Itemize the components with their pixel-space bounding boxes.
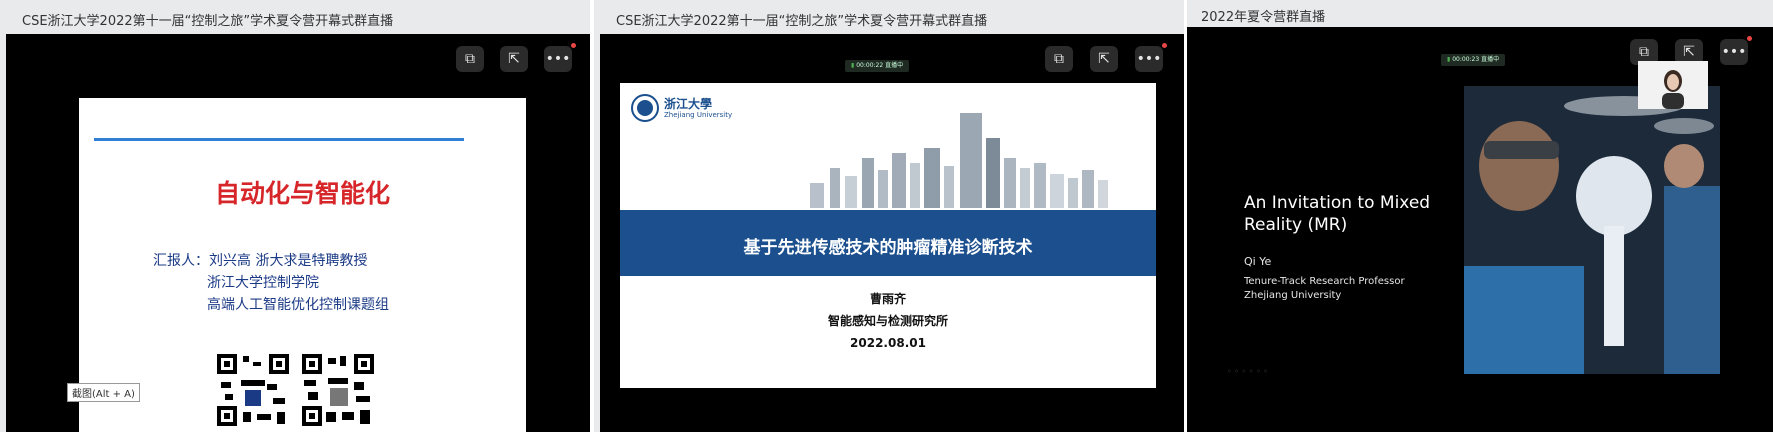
presentation-date: 2022.08.01 bbox=[850, 336, 926, 350]
slide-title-band: 基于先进传感技术的肿瘤精准诊断技术 bbox=[620, 210, 1156, 276]
more-button[interactable]: ••• bbox=[1135, 46, 1163, 72]
live-status-text: 00:00:23 直播中 bbox=[1452, 56, 1500, 63]
live-status-indicator: ▮ 00:00:23 直播中 bbox=[1441, 54, 1506, 66]
live-status-text: 00:00:22 直播中 bbox=[856, 62, 904, 69]
popout-button[interactable]: ⇱ bbox=[1090, 46, 1118, 72]
more-button[interactable]: ••• bbox=[1720, 39, 1748, 65]
slide-toolbar[interactable]: ◦ ◦ ◦ ◦ ◦ ◦ bbox=[1227, 367, 1268, 376]
signal-icon: ▮ bbox=[1447, 56, 1451, 63]
presentation-slide: 自动化与智能化 汇报人：刘兴高 浙大求是特聘教授 浙江大学控制学院 高端人工智能… bbox=[79, 98, 526, 432]
speaker-affiliation: Zhejiang University bbox=[1244, 290, 1342, 301]
notification-dot bbox=[1162, 43, 1167, 48]
reporter-line: 汇报人：刘兴高 浙大求是特聘教授 bbox=[153, 253, 368, 269]
speaker-name: Qi Ye bbox=[1244, 255, 1272, 268]
author-name: 曹雨齐 bbox=[869, 292, 906, 306]
video-stage[interactable]: ⧉ ⇱ ••• 自动化与智能化 汇报人：刘兴高 浙大求是特聘教授 浙江大学控制学… bbox=[6, 34, 590, 432]
qr-code-icon bbox=[217, 354, 289, 426]
logo-cn-text: 浙江大學 bbox=[664, 97, 713, 111]
slide-reporter-info: 汇报人：刘兴高 浙大求是特聘教授 浙江大学控制学院 高端人工智能优化控制课题组 bbox=[153, 250, 389, 316]
share-screen-icon: ⧉ bbox=[465, 51, 475, 67]
speaker-info: Qi Ye Tenure-Track Research Professor Zh… bbox=[1244, 255, 1405, 303]
video-stage[interactable]: ▮ 00:00:23 直播中 ⧉ ⇱ ••• An Invitation to … bbox=[1187, 27, 1773, 432]
notification-dot bbox=[1747, 36, 1752, 41]
live-panel-1: CSE浙江大学2022第十一届“控制之旅”学术夏令营开幕式群直播 ⧉ ⇱ •••… bbox=[0, 0, 590, 432]
more-icon: ••• bbox=[1721, 44, 1747, 60]
share-screen-icon: ⧉ bbox=[1054, 51, 1064, 67]
talk-title: An Invitation to Mixed Reality (MR) bbox=[1244, 193, 1431, 235]
live-status-indicator: ▮ 00:00:22 直播中 bbox=[845, 60, 910, 72]
affiliation-line-1: 浙江大学控制学院 bbox=[207, 275, 319, 291]
slide-heading: 自动化与智能化 bbox=[214, 179, 390, 208]
more-icon: ••• bbox=[545, 51, 571, 67]
affiliation-line-2: 高端人工智能优化控制课题组 bbox=[207, 297, 389, 313]
speaker-position: Tenure-Track Research Professor bbox=[1244, 276, 1405, 287]
panel-title: CSE浙江大学2022第十一届“控制之旅”学术夏令营开幕式群直播 bbox=[22, 14, 394, 29]
video-stage[interactable]: ▮ 00:00:22 直播中 ⧉ ⇱ ••• 浙江大學 Zhejiang Uni… bbox=[600, 34, 1184, 432]
qr-code-icon bbox=[302, 354, 374, 426]
logo-en-text: Zhejiang University bbox=[664, 111, 733, 119]
more-icon: ••• bbox=[1136, 51, 1162, 67]
university-emblem-icon bbox=[631, 94, 659, 122]
slide-author-block: 曹雨齐 智能感知与检测研究所 2022.08.01 bbox=[620, 288, 1156, 354]
live-panel-2: CSE浙江大学2022第十一届“控制之旅”学术夏令营开幕式群直播 ▮ 00:00… bbox=[594, 0, 1184, 432]
slide-title-rule bbox=[94, 138, 464, 141]
presentation-slide: 浙江大學 Zhejiang University 基于先进传感技术的肿瘤精准诊断… bbox=[620, 83, 1156, 388]
popout-button[interactable]: ⇱ bbox=[500, 46, 528, 72]
signal-icon: ▮ bbox=[851, 62, 855, 69]
popout-icon: ⇱ bbox=[1683, 44, 1695, 60]
live-panel-3: 2022年夏令营群直播 ▮ 00:00:23 直播中 ⧉ ⇱ ••• An In… bbox=[1187, 0, 1773, 432]
city-skyline-illustration bbox=[810, 113, 1108, 208]
speaker-camera-feed bbox=[1638, 61, 1708, 109]
share-screen-button[interactable]: ⧉ bbox=[456, 46, 484, 72]
slide-title: 基于先进传感技术的肿瘤精准诊断技术 bbox=[743, 238, 1033, 258]
share-screen-icon: ⧉ bbox=[1639, 44, 1649, 60]
more-button[interactable]: ••• bbox=[544, 46, 572, 72]
popout-icon: ⇱ bbox=[508, 51, 520, 67]
notification-dot bbox=[571, 43, 576, 48]
screenshot-tooltip: 截图(Alt + A) bbox=[67, 383, 140, 402]
mixed-reality-photo bbox=[1464, 86, 1720, 374]
panel-title: CSE浙江大学2022第十一届“控制之旅”学术夏令营开幕式群直播 bbox=[616, 14, 988, 29]
panel-title: 2022年夏令营群直播 bbox=[1201, 10, 1326, 25]
popout-icon: ⇱ bbox=[1098, 51, 1110, 67]
author-institute: 智能感知与检测研究所 bbox=[827, 314, 948, 328]
university-logo: 浙江大學 Zhejiang University bbox=[630, 93, 732, 123]
share-screen-button[interactable]: ⧉ bbox=[1045, 46, 1073, 72]
